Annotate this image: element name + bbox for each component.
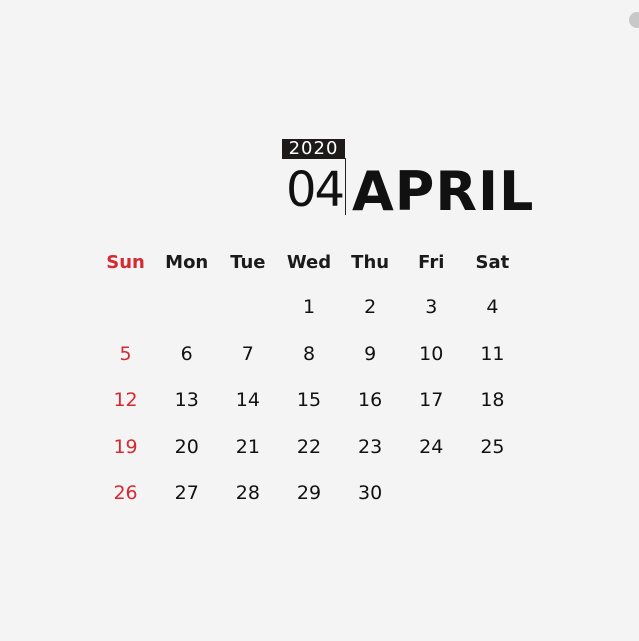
title-divider [345, 158, 346, 215]
day-cell: 25 [480, 435, 505, 458]
weekday-label-fri: Fri [418, 251, 445, 273]
day-cell: 1 [302, 296, 316, 319]
week-row-5: 26 27 28 29 30 [95, 470, 523, 517]
weekday-header-row: Sun Mon Tue Wed Thu Fri Sat [95, 240, 523, 284]
day-cell: 9 [364, 342, 377, 365]
year-badge: 2020 [282, 139, 345, 159]
day-cell: 12 [113, 389, 138, 412]
week-row-2: 5 6 7 8 9 10 11 [95, 331, 523, 378]
day-cell: 16 [358, 389, 383, 412]
week-row-4: 19 20 21 22 23 24 25 [95, 424, 523, 471]
calendar-grid: Sun Mon Tue Wed Thu Fri Sat 1 2 3 4 5 6 … [95, 240, 523, 517]
day-cell: 8 [302, 342, 316, 365]
day-cell: 30 [358, 482, 383, 505]
day-cell: 27 [174, 482, 199, 505]
day-cell: 23 [358, 435, 383, 458]
day-cell: 17 [419, 389, 444, 412]
day-cell: 20 [174, 435, 199, 458]
day-cell: 2 [364, 296, 377, 319]
day-cell: 4 [486, 296, 499, 319]
month-number: 04 [286, 162, 345, 218]
day-cell: 21 [235, 435, 260, 458]
day-cell: 24 [419, 435, 444, 458]
weekday-label-thu: Thu [351, 251, 390, 273]
weekday-label-sat: Sat [475, 251, 510, 273]
weekday-label-mon: Mon [165, 251, 209, 273]
corner-dot-decoration [629, 12, 639, 28]
month-name: APRIL [352, 160, 535, 223]
day-cell: 6 [180, 342, 193, 365]
week-row-3: 12 13 14 15 16 17 18 [95, 377, 523, 424]
day-cell: 28 [235, 482, 260, 505]
day-cell: 29 [296, 482, 322, 505]
day-cell: 18 [480, 389, 505, 412]
day-cell: 3 [425, 296, 438, 319]
day-cell: 14 [235, 389, 260, 412]
day-cell: 22 [296, 435, 322, 458]
day-cell: 13 [174, 389, 199, 412]
day-cell: 19 [113, 435, 138, 458]
weekday-label-wed: Wed [286, 251, 332, 273]
weekday-label-tue: Tue [230, 251, 266, 273]
day-cell: 5 [119, 342, 132, 365]
day-cell: 11 [480, 342, 505, 365]
weekday-label-sun: Sun [106, 251, 145, 273]
day-cell: 15 [296, 389, 322, 412]
day-cell: 10 [419, 342, 444, 365]
week-row-1: 1 2 3 4 [95, 284, 523, 331]
day-cell: 7 [241, 342, 254, 365]
day-cell: 26 [113, 482, 138, 505]
